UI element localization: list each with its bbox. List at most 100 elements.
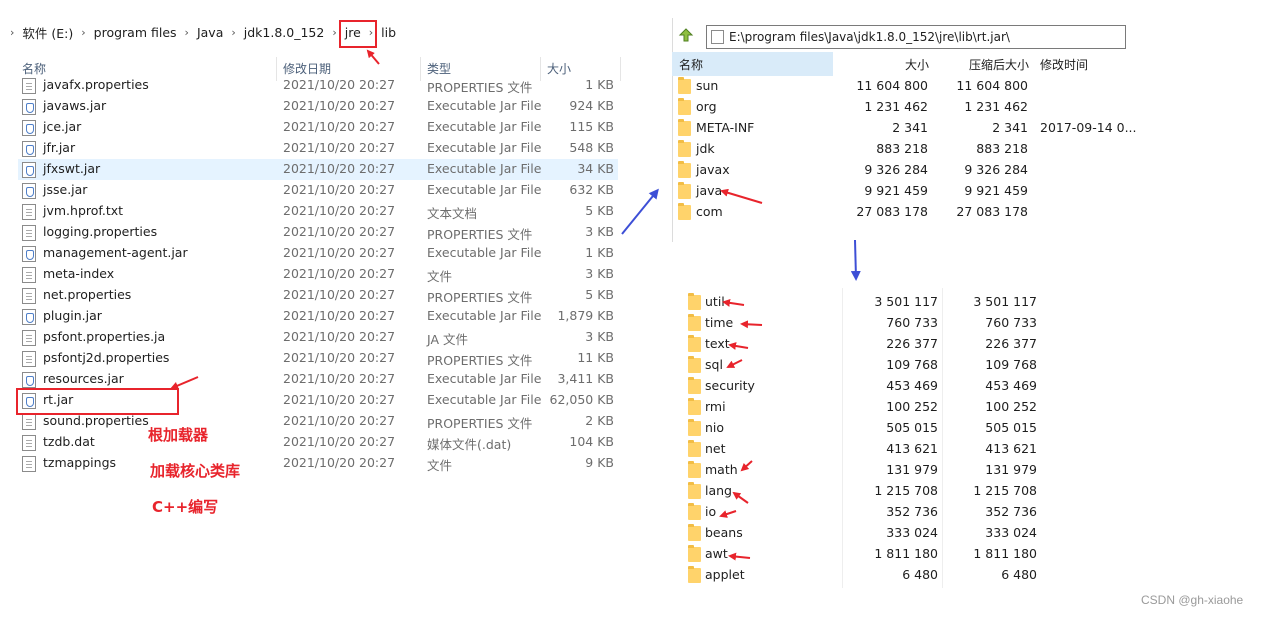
package-row[interactable]: applet 6 480 6 480 <box>682 565 1042 586</box>
plain-file-icon <box>22 267 36 283</box>
archive-row[interactable]: javax 9 326 284 9 326 284 <box>672 160 1132 181</box>
package-size: 453 469 <box>886 378 938 393</box>
package-size: 109 768 <box>886 357 938 372</box>
chevron-right-icon[interactable]: › <box>185 26 189 39</box>
folder-icon <box>688 314 701 331</box>
file-row[interactable]: psfont.properties.ja 2021/10/20 20:27 JA 文… <box>18 327 618 348</box>
plain-file-icon <box>22 456 36 472</box>
package-name: nio <box>705 420 725 435</box>
annotation-cpp-written: C++编写 <box>152 498 219 516</box>
breadcrumb-java[interactable]: Java <box>197 25 223 40</box>
archive-entry-size: 9 921 459 <box>864 183 928 198</box>
package-row[interactable]: lang 1 215 708 1 215 708 <box>682 481 1042 502</box>
plain-file-icon <box>22 288 36 304</box>
file-row[interactable]: tzdb.dat 2021/10/20 20:27 媒体文件(.dat) 104 KB <box>18 432 618 453</box>
file-size: 3 KB <box>585 224 614 239</box>
file-size: 2 KB <box>585 413 614 428</box>
package-packed: 352 736 <box>985 504 1037 519</box>
file-row[interactable]: logging.properties 2021/10/20 20:27 PROPER… <box>18 222 618 243</box>
breadcrumb-program-files[interactable]: program files <box>94 25 177 40</box>
package-row[interactable]: sql 109 768 109 768 <box>682 355 1042 376</box>
package-row[interactable]: beans 333 024 333 024 <box>682 523 1042 544</box>
package-row[interactable]: text 226 377 226 377 <box>682 334 1042 355</box>
folder-icon <box>678 98 691 115</box>
package-name: time <box>705 315 734 330</box>
file-row[interactable]: meta-index 2021/10/20 20:27 文件 3 KB <box>18 264 618 285</box>
jar-file-icon <box>711 30 724 44</box>
folder-icon <box>678 77 691 94</box>
breadcrumb-lib[interactable]: lib <box>381 25 396 40</box>
file-date: 2021/10/20 20:27 <box>283 161 396 176</box>
file-row[interactable]: psfontj2d.properties 2021/10/20 20:27 PROP… <box>18 348 618 369</box>
archive-entry-name: javax <box>696 162 730 177</box>
package-size: 131 979 <box>886 462 938 477</box>
archive-address-bar[interactable]: E:\program files\Java\jdk1.8.0_152\jre\l… <box>706 25 1126 49</box>
chevron-right-icon[interactable]: › <box>231 26 235 39</box>
file-date: 2021/10/20 20:27 <box>283 392 396 407</box>
file-row[interactable]: resources.jar 2021/10/20 20:27 Executable … <box>18 369 618 390</box>
archive-row[interactable]: org 1 231 462 1 231 462 <box>672 97 1132 118</box>
archive-row[interactable]: META-INF 2 341 2 341 2017-09-14 0... <box>672 118 1137 139</box>
file-size: 548 KB <box>569 140 614 155</box>
archive-entry-name: java <box>696 183 723 198</box>
plain-file-icon <box>22 435 36 451</box>
folder-icon <box>678 140 691 157</box>
file-row[interactable]: javaws.jar 2021/10/20 20:27 Executable Jar… <box>18 96 618 117</box>
package-row[interactable]: math 131 979 131 979 <box>682 460 1042 481</box>
file-name: jce.jar <box>43 119 82 134</box>
package-size: 760 733 <box>886 315 938 330</box>
file-row[interactable]: tzmappings 2021/10/20 20:27 文件 9 KB <box>18 453 618 474</box>
breadcrumb-drive[interactable]: 软件 (E:) <box>22 23 73 42</box>
package-size: 413 621 <box>886 441 938 456</box>
file-row[interactable]: jfr.jar 2021/10/20 20:27 Executable Jar Fi… <box>18 138 618 159</box>
file-size: 632 KB <box>569 182 614 197</box>
column-divider[interactable] <box>620 57 621 81</box>
archive-row[interactable]: com 27 083 178 27 083 178 <box>672 202 1132 223</box>
archive-row[interactable]: sun 11 604 800 11 604 800 <box>672 76 1132 97</box>
up-folder-icon[interactable] <box>678 28 694 44</box>
file-type: Executable Jar File <box>427 98 542 113</box>
plain-file-icon <box>22 414 36 430</box>
plain-file-icon <box>22 204 36 220</box>
folder-icon <box>688 545 701 562</box>
file-row[interactable]: jce.jar 2021/10/20 20:27 Executable Jar Fi… <box>18 117 618 138</box>
folder-icon <box>688 293 701 310</box>
package-row[interactable]: net 413 621 413 621 <box>682 439 1042 460</box>
package-row[interactable]: util 3 501 117 3 501 117 <box>682 292 1042 313</box>
package-row[interactable]: security 453 469 453 469 <box>682 376 1042 397</box>
package-size: 226 377 <box>886 336 938 351</box>
file-type: Executable Jar File <box>427 308 542 323</box>
file-row[interactable]: jfxswt.jar 2021/10/20 20:27 Executable Jar… <box>18 159 618 180</box>
chevron-right-icon[interactable]: › <box>332 26 336 39</box>
archive-header-name[interactable]: 名称 <box>672 52 833 76</box>
file-row[interactable]: net.properties 2021/10/20 20:27 PROPERTIES… <box>18 285 618 306</box>
package-row[interactable]: awt 1 811 180 1 811 180 <box>682 544 1042 565</box>
file-row[interactable]: management-agent.jar 2021/10/20 20:27 Exec… <box>18 243 618 264</box>
file-row[interactable]: javafx.properties 2021/10/20 20:27 PROPERT… <box>18 75 618 96</box>
archive-entry-name: com <box>696 204 723 219</box>
file-row[interactable]: jvm.hprof.txt 2021/10/20 20:27 文本文档 5 KB <box>18 201 618 222</box>
package-row[interactable]: nio 505 015 505 015 <box>682 418 1042 439</box>
file-type: PROPERTIES 文件 <box>427 227 533 242</box>
folder-icon <box>688 335 701 352</box>
csdn-watermark: CSDN @gh-xiaohe <box>1141 593 1244 607</box>
chevron-right-icon[interactable]: › <box>81 26 85 39</box>
archive-header-packed[interactable]: 压缩后大小 <box>934 52 1029 76</box>
package-row[interactable]: rmi 100 252 100 252 <box>682 397 1042 418</box>
folder-icon <box>678 182 691 199</box>
file-row[interactable]: plugin.jar 2021/10/20 20:27 Executable Jar… <box>18 306 618 327</box>
file-row[interactable]: jsse.jar 2021/10/20 20:27 Executable Jar F… <box>18 180 618 201</box>
package-name: applet <box>705 567 745 582</box>
package-row[interactable]: io 352 736 352 736 <box>682 502 1042 523</box>
file-date: 2021/10/20 20:27 <box>283 182 396 197</box>
file-type: Executable Jar File <box>427 392 542 407</box>
package-row[interactable]: time 760 733 760 733 <box>682 313 1042 334</box>
archive-row[interactable]: java 9 921 459 9 921 459 <box>672 181 1132 202</box>
archive-header-size[interactable]: 大小 <box>834 52 929 76</box>
archive-row[interactable]: jdk 883 218 883 218 <box>672 139 1132 160</box>
archive-header-modified[interactable]: 修改时间 <box>1040 52 1130 76</box>
archive-entry-packed: 11 604 800 <box>956 78 1028 93</box>
jar-file-icon <box>22 309 36 325</box>
breadcrumb-jdk[interactable]: jdk1.8.0_152 <box>244 25 325 40</box>
chevron-right-icon[interactable]: › <box>10 26 14 39</box>
